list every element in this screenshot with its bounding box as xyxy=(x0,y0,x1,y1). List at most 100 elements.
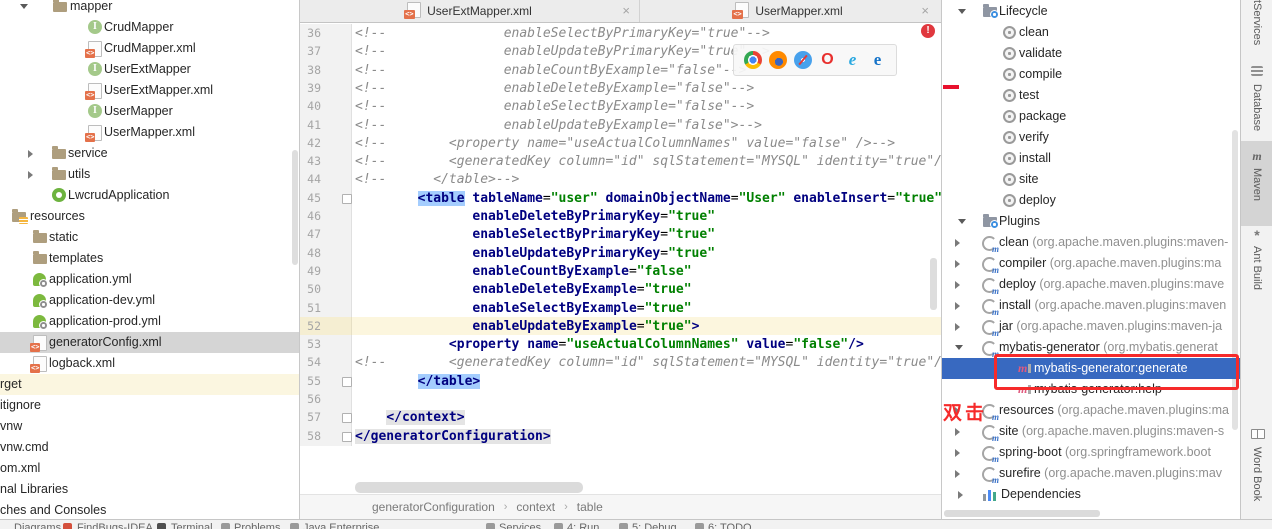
code-line[interactable]: 36 <!-- enableSelectByPrimaryKey="true"--… xyxy=(300,24,942,43)
code-line[interactable]: 51 enableSelectByExample="true" xyxy=(300,298,942,318)
fold-marker-icon[interactable] xyxy=(342,376,352,387)
statusbar-item[interactable]: FindBugs-IDEA xyxy=(77,522,153,529)
chevron-down-icon[interactable] xyxy=(958,9,966,14)
tree-item[interactable]: mapper xyxy=(0,0,299,17)
chevron-right-icon[interactable] xyxy=(955,260,960,268)
chevron-right-icon[interactable] xyxy=(955,281,960,289)
maven-item[interactable]: deploy (org.apache.maven.plugins:mave xyxy=(942,274,1240,296)
toolbar-item-tservices[interactable]: tServices xyxy=(1251,0,1263,45)
maven-item[interactable]: clean (org.apache.maven.plugins:maven- xyxy=(942,232,1240,254)
maven-item[interactable]: deploy xyxy=(942,190,1240,211)
safari-icon[interactable] xyxy=(793,51,812,69)
tab-userextmapper-xml[interactable]: UserExtMapper.xml × xyxy=(300,0,640,22)
toolbar-item-ant-build[interactable]: Ant Build xyxy=(1251,246,1263,290)
breadcrumb-item[interactable]: context xyxy=(516,500,555,514)
code-line[interactable]: 46 enableDeleteByPrimaryKey="true" xyxy=(300,207,942,226)
tree-item[interactable]: UserMapper.xml xyxy=(0,122,299,143)
chevron-right-icon[interactable] xyxy=(28,171,33,179)
code-line[interactable]: 43 <!-- <generatedKey column="id" sqlStat… xyxy=(300,152,942,172)
chevron-right-icon[interactable] xyxy=(955,428,960,436)
maven-item[interactable]: Lifecycle xyxy=(942,1,1240,22)
tab-usermapper-xml[interactable]: UserMapper.xml × xyxy=(640,0,938,22)
close-icon[interactable]: × xyxy=(921,3,929,18)
statusbar-item[interactable]: 6: TODO xyxy=(708,522,752,529)
code-line[interactable]: 45 <table tableName="user" domainObjectN… xyxy=(300,188,942,208)
error-stripe-mark[interactable] xyxy=(943,85,959,89)
statusbar-item[interactable]: Terminal xyxy=(171,522,213,529)
maven-item[interactable]: clean xyxy=(942,22,1240,43)
code-line[interactable]: 54 <!-- <generatedKey column="id" sqlStat… xyxy=(300,353,942,373)
tree-item[interactable]: vnw.cmd xyxy=(0,437,299,458)
code-line[interactable]: 47 enableSelectByPrimaryKey="true" xyxy=(300,225,942,245)
opera-icon[interactable]: O xyxy=(819,51,837,69)
code-line[interactable]: 42 <!-- <property name="useActualColumnNa… xyxy=(300,133,942,153)
breadcrumb-item[interactable]: generatorConfiguration xyxy=(372,500,495,514)
tree-item[interactable]: rget xyxy=(0,374,299,395)
code-line[interactable]: 39 <!-- enableDeleteByExample="false"--> xyxy=(300,78,942,98)
chevron-right-icon[interactable] xyxy=(955,323,960,331)
tree-item[interactable]: resources xyxy=(0,206,299,227)
firefox-icon[interactable] xyxy=(768,51,787,69)
maven-item[interactable]: jar (org.apache.maven.plugins:maven-ja xyxy=(942,316,1240,338)
vertical-scrollbar[interactable] xyxy=(930,258,937,310)
tree-item[interactable]: application-dev.yml xyxy=(0,290,299,311)
code-line[interactable]: 52 enableUpdateByExample="true"> xyxy=(300,316,942,336)
chevron-right-icon[interactable] xyxy=(958,491,963,499)
statusbar-item[interactable]: Diagrams xyxy=(14,522,61,529)
code-line[interactable]: 49 enableCountByExample="false" xyxy=(300,261,942,281)
code-line[interactable]: 48 enableUpdateByPrimaryKey="true" xyxy=(300,243,942,263)
fold-marker-icon[interactable] xyxy=(342,431,352,442)
code-line[interactable]: 57 </context> xyxy=(300,408,942,428)
chevron-right-icon[interactable] xyxy=(955,302,960,310)
statusbar-item[interactable]: Java Enterprise xyxy=(303,522,379,529)
maven-item[interactable]: Dependencies xyxy=(942,484,1240,505)
maven-item[interactable]: install (org.apache.maven.plugins:maven xyxy=(942,295,1240,317)
tree-item[interactable]: utils xyxy=(0,164,299,185)
maven-item[interactable]: spring-boot (org.springframework.boot xyxy=(942,442,1240,464)
toolbar-item-maven[interactable]: Maven xyxy=(1251,168,1263,201)
tree-item[interactable]: ches and Consoles xyxy=(0,500,299,519)
statusbar-item[interactable]: 4: Run xyxy=(567,522,599,529)
toolbar-item-word-book[interactable]: Word Book xyxy=(1251,447,1263,501)
code-line[interactable]: 40 <!-- enableSelectByExample="false"--> xyxy=(300,97,942,117)
maven-item[interactable]: Plugins xyxy=(942,211,1240,232)
tree-item[interactable]: UserMapper xyxy=(0,101,299,122)
maven-item[interactable]: package xyxy=(942,106,1240,127)
maven-item[interactable]: compiler (org.apache.maven.plugins:ma xyxy=(942,253,1240,275)
maven-item[interactable]: surefire (org.apache.maven.plugins:mav xyxy=(942,463,1240,485)
tree-item[interactable]: templates xyxy=(0,248,299,269)
maven-horizontal-scrollbar[interactable] xyxy=(944,510,1100,517)
chevron-right-icon[interactable] xyxy=(955,470,960,478)
code-line[interactable]: 53 <property name="useActualColumnNames"… xyxy=(300,335,942,355)
chevron-right-icon[interactable] xyxy=(955,449,960,457)
tree-item[interactable]: logback.xml xyxy=(0,353,299,374)
close-icon[interactable]: × xyxy=(622,3,630,18)
statusbar-item[interactable]: Problems xyxy=(234,522,280,529)
tree-item[interactable]: CrudMapper xyxy=(0,17,299,38)
tree-item[interactable]: CrudMapper.xml xyxy=(0,38,299,59)
code-line[interactable]: 58 </generatorConfiguration> xyxy=(300,426,942,446)
code-line[interactable]: 56 xyxy=(300,390,942,409)
statusbar-item[interactable]: Services xyxy=(499,522,541,529)
code-line[interactable]: 50 enableDeleteByExample="true" xyxy=(300,280,942,300)
tree-item[interactable]: UserExtMapper xyxy=(0,59,299,80)
tree-item[interactable]: application-prod.yml xyxy=(0,311,299,332)
maven-item[interactable]: install xyxy=(942,148,1240,169)
tree-item[interactable]: service xyxy=(0,143,299,164)
code-line[interactable]: 55 </table> xyxy=(300,371,942,391)
tree-item[interactable]: static xyxy=(0,227,299,248)
ie-icon[interactable]: e xyxy=(844,51,862,69)
tree-item[interactable]: vnw xyxy=(0,416,299,437)
chevron-right-icon[interactable] xyxy=(955,239,960,247)
chevron-down-icon[interactable] xyxy=(958,219,966,224)
fold-marker-icon[interactable] xyxy=(342,413,352,424)
error-indicator-icon[interactable]: ! xyxy=(921,24,935,38)
tree-item[interactable]: om.xml xyxy=(0,458,299,479)
tree-item[interactable]: itignore xyxy=(0,395,299,416)
statusbar-item[interactable]: 5: Debug xyxy=(632,522,677,529)
code-line[interactable]: 41 <!-- enableUpdateByExample="false">--> xyxy=(300,115,942,135)
tree-item[interactable]: generatorConfig.xml xyxy=(0,332,299,353)
maven-item[interactable]: validate xyxy=(942,43,1240,64)
fold-marker-icon[interactable] xyxy=(342,193,352,204)
tree-item[interactable]: UserExtMapper.xml xyxy=(0,80,299,101)
